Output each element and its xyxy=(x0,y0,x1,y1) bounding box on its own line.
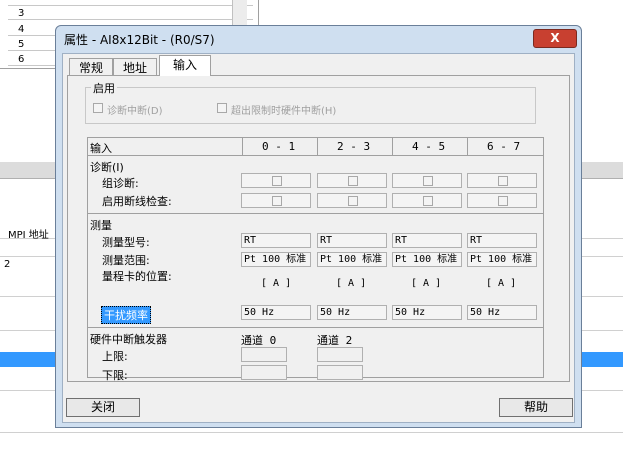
lower-limit-field-ch2[interactable] xyxy=(317,365,363,380)
wire-break-checkbox[interactable] xyxy=(348,196,358,206)
measure-type-field[interactable]: RT xyxy=(467,233,537,248)
group-diag-box xyxy=(467,173,537,188)
upper-limit-field-ch2[interactable] xyxy=(317,347,363,362)
diag-interrupt-label: 诊断中断(D) xyxy=(107,106,163,117)
measurement-section-label: 测量 xyxy=(90,219,112,232)
measure-type-field[interactable]: RT xyxy=(392,233,462,248)
range-card-value: [ A ] xyxy=(336,278,367,289)
wire-break-checkbox[interactable] xyxy=(498,196,508,206)
group-diag-box xyxy=(392,173,462,188)
column-header-6-7: 6 - 7 xyxy=(487,140,521,153)
interference-frequency-field[interactable]: 50 Hz xyxy=(467,305,537,320)
interference-frequency-field[interactable]: 50 Hz xyxy=(317,305,387,320)
wire-break-box xyxy=(467,193,537,208)
measure-range-field[interactable]: Pt 100 标准 xyxy=(317,252,387,267)
range-card-value: [ A ] xyxy=(486,278,517,289)
measure-type-field[interactable]: RT xyxy=(317,233,387,248)
measure-range-field[interactable]: Pt 100 标准 xyxy=(467,252,537,267)
upper-limit-field-ch0[interactable] xyxy=(241,347,287,362)
help-button[interactable]: 帮助 xyxy=(499,398,573,417)
properties-dialog: 属性 - AI8x12Bit - (R0/S7) X 常规 地址 输入 启用 诊… xyxy=(55,25,582,428)
diag-interrupt-checkbox[interactable] xyxy=(93,103,103,113)
limit-interrupt-checkbox[interactable] xyxy=(217,103,227,113)
background-row[interactable]: 3 xyxy=(8,8,253,20)
range-card-value: [ A ] xyxy=(261,278,292,289)
measure-range-field[interactable]: Pt 100 标准 xyxy=(241,252,311,267)
background-grid-line xyxy=(0,432,623,433)
group-diag-box xyxy=(317,173,387,188)
close-icon[interactable]: X xyxy=(533,29,577,48)
wire-break-checkbox[interactable] xyxy=(423,196,433,206)
lower-limit-field-ch0[interactable] xyxy=(241,365,287,380)
diagnostics-section-label: 诊断(I) xyxy=(90,161,124,174)
group-diag-box xyxy=(241,173,311,188)
wire-break-box xyxy=(241,193,311,208)
interference-frequency-label[interactable]: 干扰频率 xyxy=(101,306,151,324)
column-header-0-1: 0 - 1 xyxy=(262,140,296,153)
group-diag-checkbox[interactable] xyxy=(348,176,358,186)
limit-interrupt-label: 超出限制时硬件中断(H) xyxy=(231,106,337,117)
range-card-label: 量程卡的位置: xyxy=(102,270,172,283)
measure-range-field[interactable]: Pt 100 标准 xyxy=(392,252,462,267)
enable-group-label: 启用 xyxy=(91,80,117,96)
interference-frequency-field[interactable]: 50 Hz xyxy=(392,305,462,320)
wire-break-box xyxy=(317,193,387,208)
wire-break-box xyxy=(392,193,462,208)
dialog-title: 属性 - AI8x12Bit - (R0/S7) xyxy=(64,33,215,47)
dialog-client-area: 常规 地址 输入 启用 诊断中断(D) 超出限制时硬件中断(H) 输入 0 - … xyxy=(62,53,575,423)
group-diag-checkbox[interactable] xyxy=(423,176,433,186)
lower-limit-label: 下限: xyxy=(102,369,128,382)
group-diag-checkbox[interactable] xyxy=(272,176,282,186)
tab-general[interactable]: 常规 xyxy=(69,58,113,76)
tab-input-panel: 启用 诊断中断(D) 超出限制时硬件中断(H) 输入 0 - 1 2 - 3 4… xyxy=(67,75,570,382)
background-row xyxy=(8,0,253,6)
interference-frequency-field[interactable]: 50 Hz xyxy=(241,305,311,320)
measure-range-label: 测量范围: xyxy=(102,254,150,267)
close-button[interactable]: 关闭 xyxy=(66,398,140,417)
wire-break-checkbox[interactable] xyxy=(272,196,282,206)
wire-break-label: 启用断线检查: xyxy=(102,195,172,208)
channel-2-label: 通道 2 xyxy=(317,334,353,347)
column-header-2-3: 2 - 3 xyxy=(337,140,371,153)
group-diagnostics-label: 组诊断: xyxy=(102,177,139,190)
background-mpi-label: MPI 地址 xyxy=(8,230,49,241)
header-input-label: 输入 xyxy=(90,142,112,155)
tab-address[interactable]: 地址 xyxy=(113,58,157,76)
column-header-4-5: 4 - 5 xyxy=(412,140,446,153)
measure-type-field[interactable]: RT xyxy=(241,233,311,248)
range-card-value: [ A ] xyxy=(411,278,442,289)
channel-0-label: 通道 0 xyxy=(241,334,277,347)
hardware-interrupt-label: 硬件中断触发器 xyxy=(90,333,167,346)
background-mpi-value: 2 xyxy=(4,259,11,270)
group-diag-checkbox[interactable] xyxy=(498,176,508,186)
measure-type-label: 测量型号: xyxy=(102,236,150,249)
tab-input[interactable]: 输入 xyxy=(159,55,211,76)
upper-limit-label: 上限: xyxy=(102,350,128,363)
